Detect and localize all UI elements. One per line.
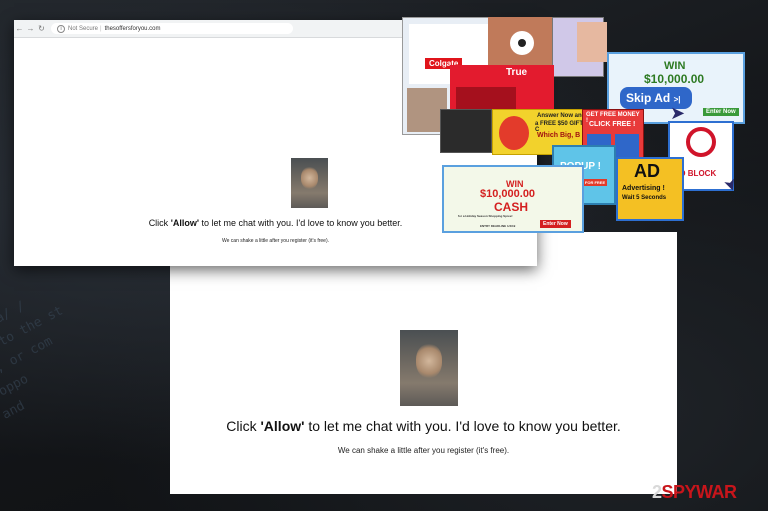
- ad-dark-block[interactable]: [440, 109, 492, 153]
- cash-label: CASH: [494, 200, 529, 214]
- enter-now-top-button[interactable]: Enter Now: [703, 108, 739, 116]
- register-subtext-small: We can shake a little after you register…: [221, 238, 330, 244]
- ad-advertising-box[interactable]: AD Advertising ! Wait 5 Seconds: [616, 157, 684, 221]
- security-label: Not Secure: [68, 25, 99, 32]
- address-bar[interactable]: i Not Secure | thesoffersforyou.com: [51, 23, 293, 34]
- forward-arrow-icon[interactable]: →: [25, 24, 36, 33]
- site-watermark-logo: 2SPYWAR: [652, 482, 737, 502]
- mouse-cursor-icon: ➤: [670, 103, 686, 123]
- answer-now-text: Answer Now and: [537, 113, 586, 119]
- win-top-amount: $10,000.00: [644, 72, 705, 86]
- win-top-label: WIN: [664, 60, 686, 72]
- ad-eye-block[interactable]: [488, 17, 556, 69]
- reload-icon[interactable]: ↻: [36, 24, 47, 33]
- back-arrow-icon[interactable]: ←: [14, 24, 25, 33]
- advertising-label: Advertising !: [622, 185, 665, 192]
- entry-deadline: ENTRY DEADLINE 1/4/19: [480, 224, 516, 228]
- profile-photo: [400, 330, 458, 406]
- true-label: True: [506, 67, 528, 78]
- which-big-text: Which Big, B: [537, 132, 581, 139]
- register-subtext: We can shake a little after you register…: [337, 446, 510, 455]
- ad-collage: Colgate True WIN $10,000.00 Enter Now Sk…: [402, 17, 748, 234]
- wait-label: Wait 5 Seconds: [622, 195, 667, 201]
- ad-label: AD: [634, 161, 660, 181]
- enter-now-button[interactable]: Enter Now: [540, 220, 571, 228]
- ad-win-cash[interactable]: WIN $10,000.00 CASH for a Holiday Season…: [442, 165, 584, 233]
- allow-message: Click 'Allow' to let me chat with you. I…: [226, 418, 621, 434]
- info-icon[interactable]: i: [57, 24, 65, 33]
- win-cash-small: for a Holiday Season Shopping Spree!: [458, 214, 513, 218]
- url-text: thesoffersforyou.com: [104, 25, 161, 32]
- ad-face-strip[interactable]: [577, 22, 607, 62]
- profile-photo-small: [291, 158, 328, 208]
- address-separator: |: [100, 25, 102, 32]
- enlarged-popup-page: Click 'Allow' to let me chat with you. I…: [170, 232, 677, 494]
- click-free-text: CLICK FREE !: [589, 121, 636, 128]
- win-cash-amount: $10,000.00: [480, 188, 536, 200]
